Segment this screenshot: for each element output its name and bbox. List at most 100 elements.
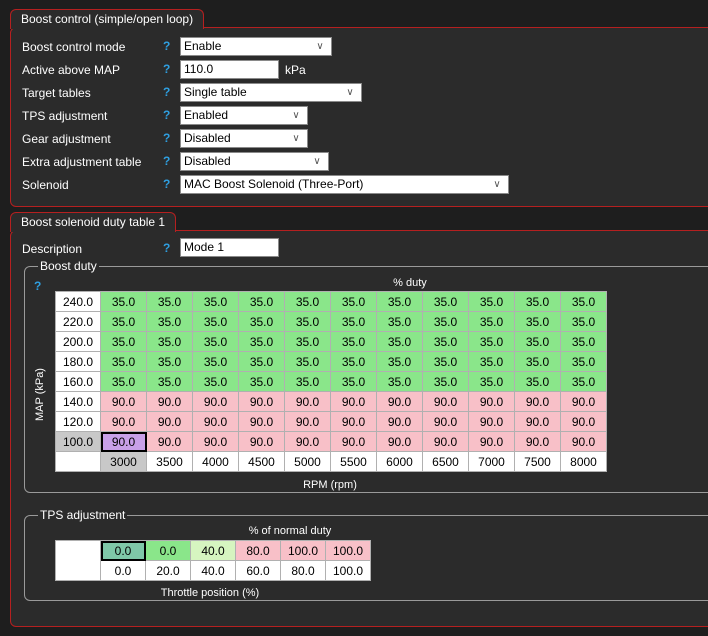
duty-cell[interactable]: 35.0 [192, 371, 239, 392]
boost-control-tab[interactable]: Boost control (simple/open loop) [10, 9, 205, 29]
duty-cell[interactable]: 35.0 [422, 291, 469, 312]
duty-cell[interactable]: 35.0 [330, 371, 377, 392]
tps-adjustment-select[interactable]: Enabled ∨ [180, 106, 308, 125]
duty-cell[interactable]: 90.0 [238, 411, 285, 432]
duty-cell[interactable]: 35.0 [560, 311, 607, 332]
duty-cell[interactable]: 90.0 [376, 411, 423, 432]
duty-cell[interactable]: 35.0 [330, 291, 377, 312]
duty-cell[interactable]: 35.0 [284, 371, 331, 392]
tps-value-cell[interactable]: 40.0 [190, 540, 236, 561]
duty-cell[interactable]: 35.0 [100, 291, 147, 312]
duty-cell[interactable]: 35.0 [468, 311, 515, 332]
duty-cell[interactable]: 90.0 [468, 391, 515, 412]
tps-value-cell[interactable]: 100.0 [325, 540, 371, 561]
throttle-axis-cell[interactable]: 20.0 [145, 560, 191, 581]
duty-cell[interactable]: 90.0 [376, 391, 423, 412]
extra-adjustment-table-select[interactable]: Disabled ∨ [180, 152, 329, 171]
duty-cell[interactable]: 90.0 [146, 411, 193, 432]
rpm-axis-cell[interactable]: 7000 [468, 451, 515, 472]
duty-cell[interactable]: 90.0 [330, 391, 377, 412]
map-axis-cell[interactable]: 160.0 [55, 371, 101, 392]
duty-cell[interactable]: 35.0 [514, 351, 561, 372]
duty-cell[interactable]: 35.0 [192, 311, 239, 332]
duty-cell[interactable]: 35.0 [376, 351, 423, 372]
duty-cell[interactable]: 90.0 [514, 391, 561, 412]
duty-cell[interactable]: 90.0 [284, 411, 331, 432]
duty-cell[interactable]: 90.0 [514, 431, 561, 452]
duty-cell[interactable]: 90.0 [100, 391, 147, 412]
map-axis-cell[interactable]: 180.0 [55, 351, 101, 372]
tps-value-cell[interactable]: 0.0 [100, 540, 146, 561]
description-input[interactable]: Mode 1 [180, 238, 279, 257]
map-axis-cell[interactable]: 200.0 [55, 331, 101, 352]
map-axis-cell[interactable]: 100.0 [55, 431, 101, 452]
duty-cell[interactable]: 90.0 [468, 411, 515, 432]
duty-cell[interactable]: 35.0 [376, 371, 423, 392]
duty-cell[interactable]: 90.0 [284, 431, 331, 452]
duty-cell[interactable]: 35.0 [514, 371, 561, 392]
rpm-axis-cell[interactable]: 8000 [560, 451, 607, 472]
duty-cell[interactable]: 35.0 [514, 311, 561, 332]
solenoid-select[interactable]: MAC Boost Solenoid (Three-Port) ∨ [180, 175, 509, 194]
duty-cell[interactable]: 35.0 [468, 331, 515, 352]
duty-cell[interactable]: 35.0 [192, 351, 239, 372]
duty-cell[interactable]: 35.0 [146, 371, 193, 392]
tps-value-cell[interactable]: 80.0 [235, 540, 281, 561]
duty-cell[interactable]: 35.0 [146, 351, 193, 372]
duty-cell[interactable]: 90.0 [422, 431, 469, 452]
rpm-axis-cell[interactable]: 7500 [514, 451, 561, 472]
throttle-axis-cell[interactable]: 40.0 [190, 560, 236, 581]
duty-cell[interactable]: 35.0 [284, 351, 331, 372]
duty-cell[interactable]: 90.0 [560, 391, 607, 412]
rpm-axis-cell[interactable]: 6500 [422, 451, 469, 472]
help-icon[interactable]: ? [163, 154, 170, 168]
duty-cell[interactable]: 35.0 [330, 351, 377, 372]
duty-cell[interactable]: 35.0 [284, 311, 331, 332]
throttle-axis-cell[interactable]: 100.0 [325, 560, 371, 581]
duty-cell[interactable]: 90.0 [192, 391, 239, 412]
rpm-axis-cell[interactable]: 4500 [238, 451, 285, 472]
rpm-axis-cell[interactable]: 5000 [284, 451, 331, 472]
duty-cell[interactable]: 90.0 [238, 391, 285, 412]
help-icon[interactable]: ? [163, 62, 170, 76]
duty-cell[interactable]: 90.0 [100, 411, 147, 432]
duty-cell[interactable]: 90.0 [284, 391, 331, 412]
duty-cell[interactable]: 90.0 [376, 431, 423, 452]
help-icon[interactable]: ? [163, 177, 170, 191]
duty-cell[interactable]: 90.0 [422, 391, 469, 412]
duty-cell[interactable]: 35.0 [238, 311, 285, 332]
duty-cell[interactable]: 35.0 [514, 291, 561, 312]
duty-cell[interactable]: 35.0 [468, 291, 515, 312]
throttle-axis-cell[interactable]: 60.0 [235, 560, 281, 581]
duty-cell[interactable]: 35.0 [284, 331, 331, 352]
duty-cell[interactable]: 90.0 [146, 391, 193, 412]
map-axis-cell[interactable]: 140.0 [55, 391, 101, 412]
help-icon[interactable]: ? [34, 279, 41, 293]
duty-cell[interactable]: 35.0 [422, 311, 469, 332]
duty-cell[interactable]: 35.0 [100, 311, 147, 332]
duty-cell[interactable]: 90.0 [560, 411, 607, 432]
duty-cell[interactable]: 35.0 [560, 371, 607, 392]
map-axis-cell[interactable]: 120.0 [55, 411, 101, 432]
duty-cell[interactable]: 90.0 [146, 431, 193, 452]
duty-cell[interactable]: 90.0 [514, 411, 561, 432]
duty-cell[interactable]: 35.0 [238, 371, 285, 392]
duty-cell[interactable]: 35.0 [422, 351, 469, 372]
duty-cell[interactable]: 35.0 [422, 331, 469, 352]
boost-control-mode-select[interactable]: Enable ∨ [180, 37, 332, 56]
throttle-axis-cell[interactable]: 80.0 [280, 560, 326, 581]
duty-cell[interactable]: 35.0 [468, 371, 515, 392]
rpm-axis-cell[interactable]: 4000 [192, 451, 239, 472]
duty-cell[interactable]: 35.0 [330, 331, 377, 352]
duty-cell[interactable]: 35.0 [560, 291, 607, 312]
help-icon[interactable]: ? [163, 241, 170, 255]
duty-cell[interactable]: 35.0 [238, 291, 285, 312]
duty-cell[interactable]: 35.0 [376, 311, 423, 332]
duty-table-tab[interactable]: Boost solenoid duty table 1 [10, 212, 177, 232]
duty-cell[interactable]: 90.0 [422, 411, 469, 432]
map-axis-cell[interactable]: 240.0 [55, 291, 101, 312]
map-axis-cell[interactable]: 220.0 [55, 311, 101, 332]
tps-value-cell[interactable]: 0.0 [145, 540, 191, 561]
rpm-axis-cell[interactable]: 5500 [330, 451, 377, 472]
duty-cell[interactable]: 90.0 [238, 431, 285, 452]
